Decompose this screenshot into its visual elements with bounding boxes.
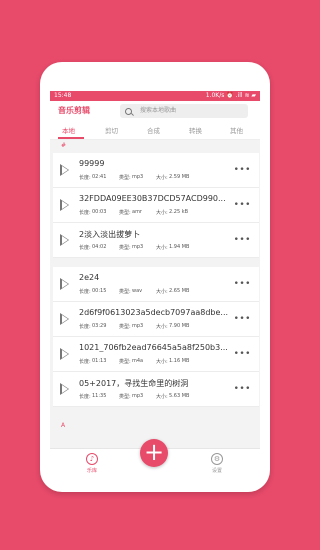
song-list-group-1: 99999 长度: 02:41 类型: mp3 大小: 2.59 MB ••• …: [53, 153, 259, 258]
tab-convert[interactable]: 转换: [189, 125, 202, 135]
size-value: 2.65 MB: [169, 288, 190, 294]
duration-value: 11:35: [92, 393, 107, 399]
type-value: mp3: [132, 393, 144, 399]
type-value: wav: [132, 288, 143, 294]
size-label: 大小:: [156, 245, 168, 251]
size-value: 5.63 MB: [169, 393, 190, 399]
size-value: 1.16 MB: [169, 358, 190, 364]
search-placeholder: 搜索本地歌曲: [140, 107, 177, 114]
more-options-icon[interactable]: •••: [234, 350, 251, 359]
size-value: 7.90 MB: [169, 323, 190, 329]
play-icon[interactable]: [60, 234, 69, 246]
size-value: 1.94 MB: [169, 244, 190, 250]
duration-value: 04:02: [92, 244, 107, 250]
size-value: 2.25 kB: [169, 209, 189, 215]
search-icon: [125, 108, 132, 115]
nav-library-label: 乐库: [86, 468, 97, 474]
section-header-a: A: [61, 422, 66, 429]
more-options-icon[interactable]: •••: [234, 315, 251, 324]
app-title: 音乐剪辑: [58, 106, 90, 115]
song-title: 2d6f9f0613023a5decb7097aa8dbe...: [79, 308, 229, 317]
play-icon[interactable]: [60, 164, 69, 176]
nav-settings[interactable]: ⚙ 设置: [202, 453, 232, 474]
play-icon[interactable]: [60, 348, 69, 360]
duration-label: 长度:: [79, 210, 91, 216]
more-options-icon[interactable]: •••: [234, 201, 251, 210]
tab-local[interactable]: 本地: [62, 125, 75, 135]
play-icon[interactable]: [60, 313, 69, 325]
type-label: 类型:: [119, 175, 131, 181]
size-value: 2.59 MB: [169, 174, 190, 180]
status-icons: 1.0K/s ⏰ .ill ≋ ▰: [205, 92, 256, 99]
duration-value: 03:29: [92, 323, 107, 329]
song-row[interactable]: 2d6f9f0613023a5decb7097aa8dbe... 长度: 03:…: [53, 302, 259, 337]
status-time: 15:48: [54, 92, 72, 99]
song-list-group-2: 2e24 长度: 00:15 类型: wav 大小: 2.65 MB ••• 2…: [53, 267, 259, 407]
type-value: mp3: [132, 174, 144, 180]
song-title: 32FDDA09EE30B37DCD57ACD990...: [79, 194, 226, 203]
duration-label: 长度:: [79, 394, 91, 400]
song-row[interactable]: 2e24 长度: 00:15 类型: wav 大小: 2.65 MB •••: [53, 267, 259, 302]
duration-label: 长度:: [79, 324, 91, 330]
type-label: 类型:: [119, 394, 131, 400]
more-options-icon[interactable]: •••: [234, 236, 251, 245]
type-value: mp3: [132, 244, 144, 250]
duration-label: 长度:: [79, 289, 91, 295]
song-row[interactable]: 99999 长度: 02:41 类型: mp3 大小: 2.59 MB •••: [53, 153, 259, 188]
add-button[interactable]: +: [140, 439, 168, 467]
more-options-icon[interactable]: •••: [234, 166, 251, 175]
play-icon[interactable]: [60, 199, 69, 211]
song-title: 05+2017，寻找生命里的树洞: [79, 379, 189, 388]
song-title: 2淡入淡出拔萝卜: [79, 230, 141, 239]
phone-frame: 15:48 1.0K/s ⏰ .ill ≋ ▰ 音乐剪辑 搜索本地歌曲 本地 剪…: [40, 62, 270, 492]
type-value: amr: [132, 209, 142, 215]
size-label: 大小:: [156, 324, 168, 330]
nav-settings-label: 设置: [211, 468, 222, 474]
app-screen: 15:48 1.0K/s ⏰ .ill ≋ ▰ 音乐剪辑 搜索本地歌曲 本地 剪…: [50, 91, 260, 476]
type-value: m4a: [132, 358, 144, 364]
type-label: 类型:: [119, 245, 131, 251]
bottom-nav: ♪ 乐库 + ⚙ 设置: [50, 439, 260, 476]
song-row[interactable]: 2淡入淡出拔萝卜 长度: 04:02 类型: mp3 大小: 1.94 MB •…: [53, 223, 259, 258]
app-header: 音乐剪辑 搜索本地歌曲: [50, 101, 260, 121]
tab-cut[interactable]: 剪切: [105, 125, 118, 135]
duration-value: 01:13: [92, 358, 107, 364]
duration-label: 长度:: [79, 175, 91, 181]
type-label: 类型:: [119, 359, 131, 365]
song-title: 99999: [79, 159, 105, 168]
song-row[interactable]: 05+2017，寻找生命里的树洞 长度: 11:35 类型: mp3 大小: 5…: [53, 372, 259, 407]
type-label: 类型:: [119, 289, 131, 295]
duration-value: 00:15: [92, 288, 107, 294]
type-label: 类型:: [119, 324, 131, 330]
duration-value: 00:03: [92, 209, 107, 215]
song-title: 2e24: [79, 273, 100, 282]
size-label: 大小:: [156, 394, 168, 400]
play-icon[interactable]: [60, 383, 69, 395]
play-icon[interactable]: [60, 278, 69, 290]
more-options-icon[interactable]: •••: [234, 385, 251, 394]
size-label: 大小:: [156, 289, 168, 295]
duration-label: 长度:: [79, 245, 91, 251]
song-row[interactable]: 1021_706fb2ead76645a5a8f250b3... 长度: 01:…: [53, 337, 259, 372]
type-value: mp3: [132, 323, 144, 329]
size-label: 大小:: [156, 359, 168, 365]
tab-merge[interactable]: 合成: [147, 125, 160, 135]
music-note-icon: ♪: [86, 453, 98, 465]
tab-other[interactable]: 其他: [230, 125, 243, 135]
type-label: 类型:: [119, 210, 131, 216]
gear-icon: ⚙: [211, 453, 223, 465]
song-title: 1021_706fb2ead76645a5a8f250b3...: [79, 343, 228, 352]
more-options-icon[interactable]: •••: [234, 280, 251, 289]
song-row[interactable]: 32FDDA09EE30B37DCD57ACD990... 长度: 00:03 …: [53, 188, 259, 223]
size-label: 大小:: [156, 175, 168, 181]
nav-library[interactable]: ♪ 乐库: [77, 453, 107, 474]
duration-value: 02:41: [92, 174, 107, 180]
section-header-hash: #: [61, 142, 67, 149]
size-label: 大小:: [156, 210, 168, 216]
search-input[interactable]: 搜索本地歌曲: [120, 104, 248, 118]
tab-bar: 本地 剪切 合成 转换 其他: [50, 121, 260, 140]
duration-label: 长度:: [79, 359, 91, 365]
status-bar: 15:48 1.0K/s ⏰ .ill ≋ ▰: [50, 91, 260, 101]
tab-indicator: [58, 137, 84, 139]
